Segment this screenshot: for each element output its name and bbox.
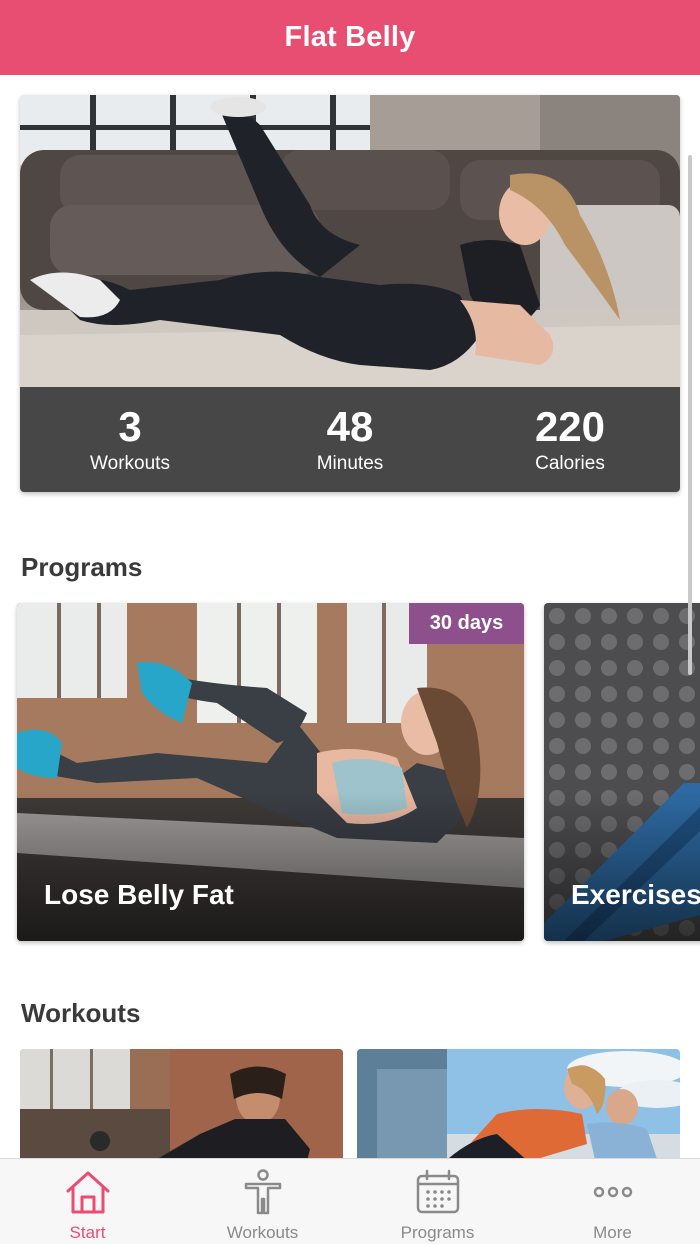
stat-label: Calories xyxy=(535,452,605,474)
stat-workouts: 3 Workouts xyxy=(20,387,240,492)
hero-workout-photo xyxy=(20,95,680,387)
home-icon xyxy=(63,1167,113,1217)
bottom-tab-bar: Start Workouts Programs More xyxy=(0,1158,700,1244)
calendar-icon xyxy=(413,1167,463,1217)
tab-programs[interactable]: Programs xyxy=(350,1159,525,1244)
more-dots-icon xyxy=(588,1167,638,1217)
tab-label: Start xyxy=(69,1223,106,1242)
workout-photo xyxy=(20,1049,343,1158)
app-bar: Flat Belly xyxy=(0,0,700,75)
program-title: Lose Belly Fat xyxy=(44,879,234,910)
program-title-shade xyxy=(544,791,700,941)
start-scroll-area[interactable]: 3 Workouts 48 Minutes 220 Calories Progr… xyxy=(0,75,700,1158)
program-card-lose-belly-fat[interactable]: 30 days Lose Belly Fat xyxy=(17,603,524,941)
vertical-scrollbar[interactable] xyxy=(688,155,692,675)
tab-label: Workouts xyxy=(226,1223,299,1242)
person-icon xyxy=(238,1167,288,1217)
workouts-heading: Workouts xyxy=(21,998,141,1028)
stat-value: 3 xyxy=(118,402,142,450)
workout-photo xyxy=(357,1049,680,1158)
stat-label: Workouts xyxy=(90,452,170,474)
app-title: Flat Belly xyxy=(284,21,416,53)
stat-minutes: 48 Minutes xyxy=(240,387,460,492)
hero-summary-card[interactable]: 3 Workouts 48 Minutes 220 Calories xyxy=(20,95,680,492)
workout-stats: 3 Workouts 48 Minutes 220 Calories xyxy=(20,387,680,492)
stat-calories: 220 Calories xyxy=(460,387,680,492)
program-title: Exercises xyxy=(571,879,700,910)
tab-more[interactable]: More xyxy=(525,1159,700,1244)
stat-value: 220 xyxy=(534,402,606,450)
tab-label: More xyxy=(593,1223,632,1242)
tab-label: Programs xyxy=(400,1223,475,1242)
workout-card[interactable] xyxy=(20,1049,343,1158)
stat-value: 48 xyxy=(326,402,374,450)
stat-label: Minutes xyxy=(316,452,384,474)
program-card-exercises[interactable]: Exercises xyxy=(544,603,700,941)
program-duration-badge: 30 days xyxy=(409,603,524,644)
program-title-shade xyxy=(17,791,524,941)
workout-card[interactable] xyxy=(357,1049,680,1158)
programs-heading: Programs xyxy=(21,552,143,582)
tab-start[interactable]: Start xyxy=(0,1159,175,1244)
tab-workouts[interactable]: Workouts xyxy=(175,1159,350,1244)
